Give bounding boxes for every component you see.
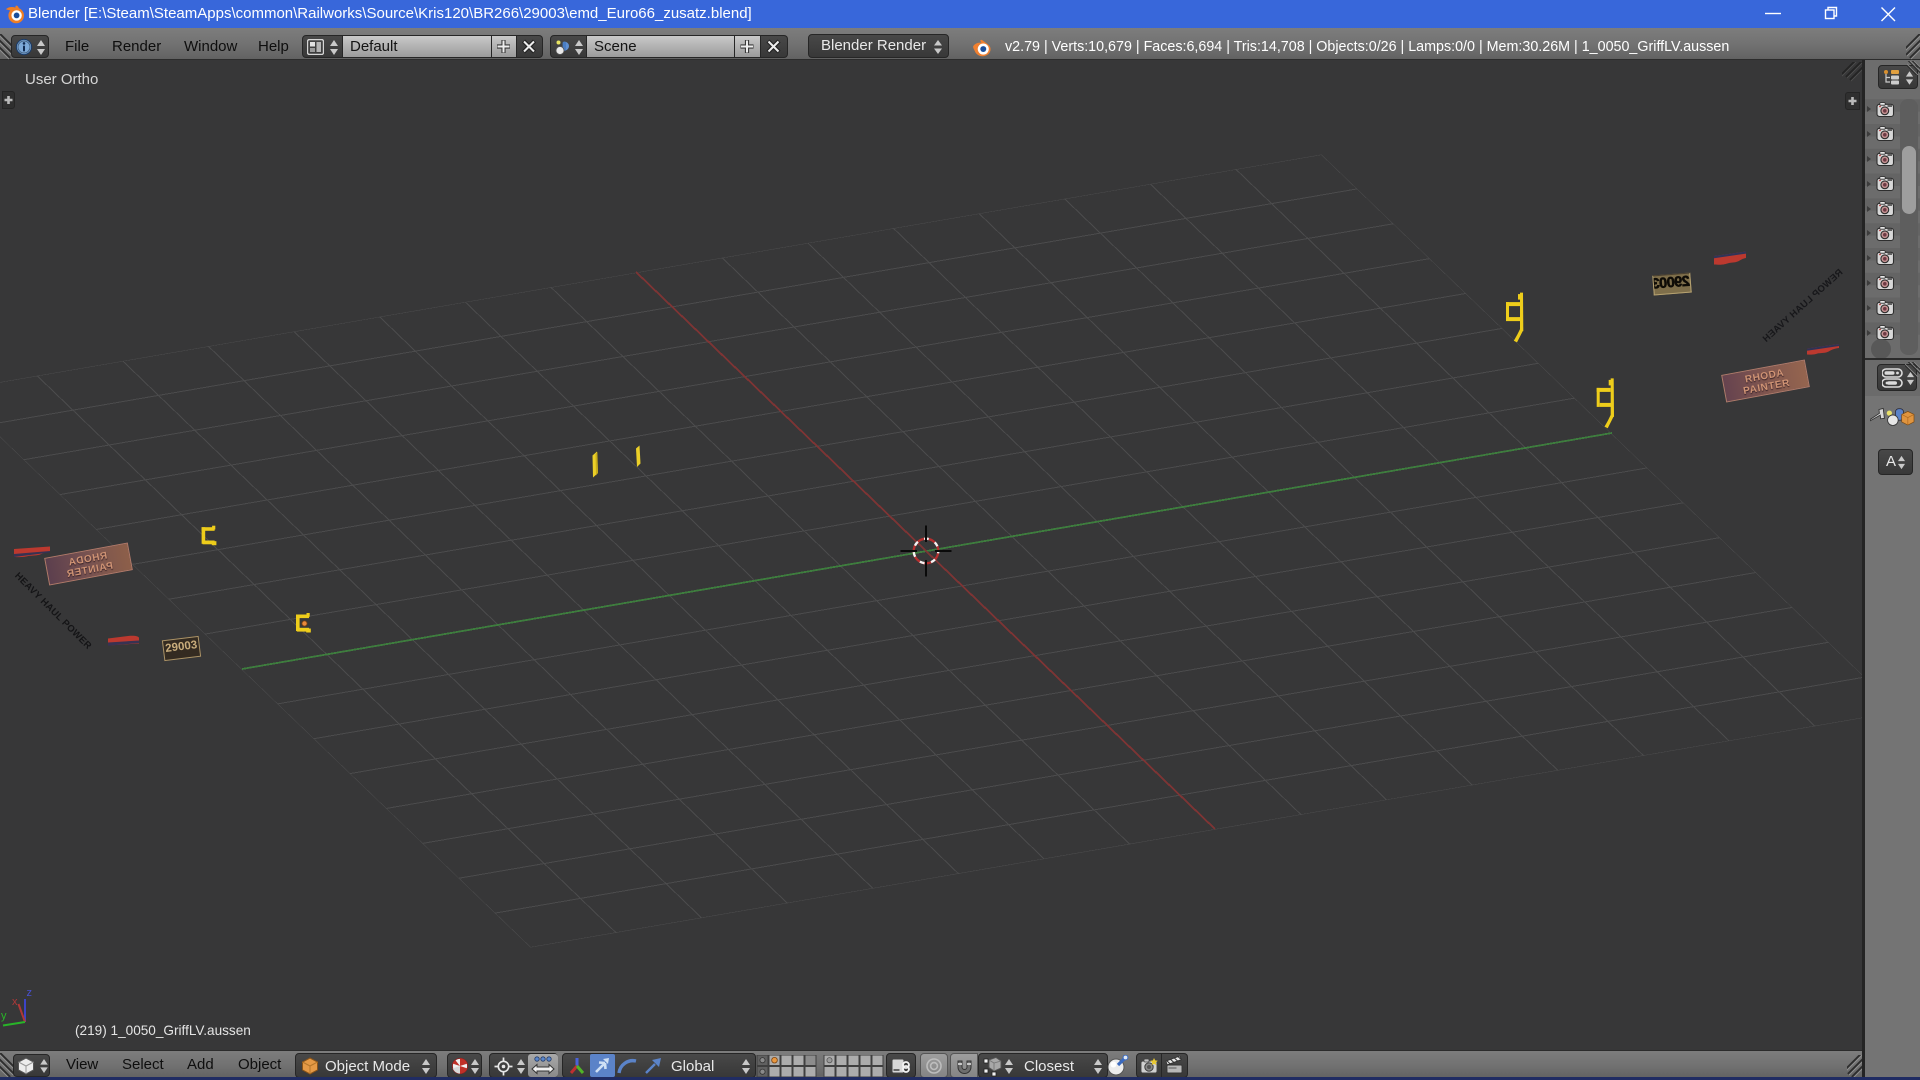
svg-text:y: y [1, 1010, 7, 1022]
svg-text:x: x [12, 996, 18, 1008]
svg-text:z: z [27, 987, 33, 999]
